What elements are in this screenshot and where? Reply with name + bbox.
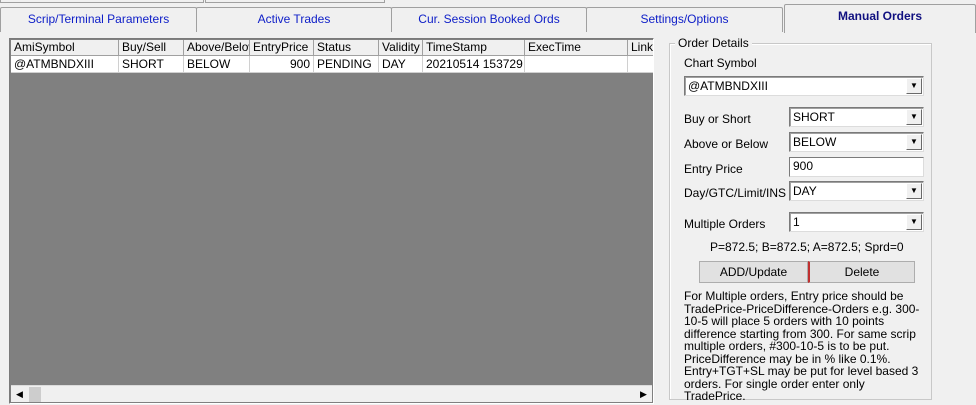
cell-link — [628, 56, 653, 73]
cell-amisymbol: @ATMBNDXIII — [11, 56, 119, 73]
chevron-down-icon[interactable]: ▼ — [906, 214, 922, 230]
day-gtc-value: DAY — [793, 184, 817, 198]
entry-price-input[interactable]: 900 — [789, 157, 924, 177]
tab-session-booked-orders[interactable]: Cur. Session Booked Ords — [391, 7, 587, 32]
above-below-select[interactable]: BELOW ▼ — [789, 132, 924, 152]
chart-symbol-value: @ATMBNDXIII — [688, 79, 768, 93]
cell-entry-price: 900 — [250, 56, 314, 73]
upper-tab-stub — [0, 0, 204, 3]
chevron-down-icon[interactable]: ▼ — [906, 109, 922, 125]
tab-strip: Scrip/Terminal Parameters Active Trades … — [0, 4, 976, 33]
cell-validity: DAY — [379, 56, 423, 73]
column-header-above-below[interactable]: Above/Below — [184, 40, 250, 56]
multiple-orders-label: Multiple Orders — [684, 217, 766, 231]
cell-timestamp: 20210514 153729 — [423, 56, 525, 73]
column-header-timestamp[interactable]: TimeStamp — [423, 40, 525, 56]
buy-short-label: Buy or Short — [684, 112, 751, 126]
buy-short-select[interactable]: SHORT ▼ — [789, 107, 924, 127]
order-details-title: Order Details — [675, 36, 752, 50]
day-gtc-select[interactable]: DAY ▼ — [789, 181, 924, 201]
cell-exectime — [525, 56, 628, 73]
above-below-value: BELOW — [793, 135, 837, 149]
multiple-orders-help-text: For Multiple orders, Entry price should … — [684, 289, 920, 403]
column-header-exectime[interactable]: ExecTime — [525, 40, 628, 56]
tab-scrip-terminal-parameters[interactable]: Scrip/Terminal Parameters — [0, 7, 197, 32]
day-gtc-label: Day/GTC/Limit/INS — [684, 186, 787, 200]
horizontal-scrollbar[interactable]: ◀ ▶ — [11, 385, 652, 402]
tab-active-trades[interactable]: Active Trades — [196, 7, 392, 32]
table-row[interactable]: @ATMBNDXIII SHORT BELOW 900 PENDING DAY … — [11, 56, 653, 73]
tab-settings-options[interactable]: Settings/Options — [586, 7, 783, 32]
delete-button[interactable]: Delete — [808, 261, 915, 283]
orders-grid[interactable]: AmiSymbol Buy/Sell Above/Below EntryPric… — [9, 38, 654, 404]
chevron-down-icon[interactable]: ▼ — [906, 134, 922, 150]
column-header-entry-price[interactable]: EntryPrice — [250, 40, 314, 56]
above-below-label: Above or Below — [684, 137, 769, 151]
add-update-button[interactable]: ADD/Update — [699, 261, 808, 283]
cell-status: PENDING — [314, 56, 379, 73]
arrow-left-icon[interactable]: ◀ — [11, 386, 28, 403]
scrollbar-thumb[interactable] — [29, 387, 41, 402]
multiple-orders-select[interactable]: 1 ▼ — [789, 212, 924, 232]
chart-symbol-select[interactable]: @ATMBNDXIII ▼ — [684, 76, 924, 96]
chevron-down-icon[interactable]: ▼ — [906, 183, 922, 199]
multiple-orders-value: 1 — [793, 215, 800, 229]
column-header-buy-sell[interactable]: Buy/Sell — [119, 40, 184, 56]
column-header-status[interactable]: Status — [314, 40, 379, 56]
grid-header-row: AmiSymbol Buy/Sell Above/Below EntryPric… — [11, 40, 653, 56]
entry-price-label: Entry Price — [684, 162, 743, 176]
chevron-down-icon[interactable]: ▼ — [906, 78, 922, 94]
column-header-link[interactable]: Link — [628, 40, 653, 56]
orders-grid-viewport: AmiSymbol Buy/Sell Above/Below EntryPric… — [11, 40, 653, 385]
arrow-right-icon[interactable]: ▶ — [635, 386, 652, 403]
tab-manual-orders[interactable]: Manual Orders — [784, 4, 976, 33]
chart-symbol-label: Chart Symbol — [684, 56, 757, 70]
column-header-validity[interactable]: Validity — [379, 40, 423, 56]
cell-above-below: BELOW — [184, 56, 250, 73]
upper-tab-stub — [205, 0, 385, 3]
buy-short-value: SHORT — [793, 110, 835, 124]
column-header-amisymbol[interactable]: AmiSymbol — [11, 40, 119, 56]
cell-buy-sell: SHORT — [119, 56, 184, 73]
price-info-text: P=872.5; B=872.5; A=872.5; Sprd=0 — [710, 240, 904, 254]
